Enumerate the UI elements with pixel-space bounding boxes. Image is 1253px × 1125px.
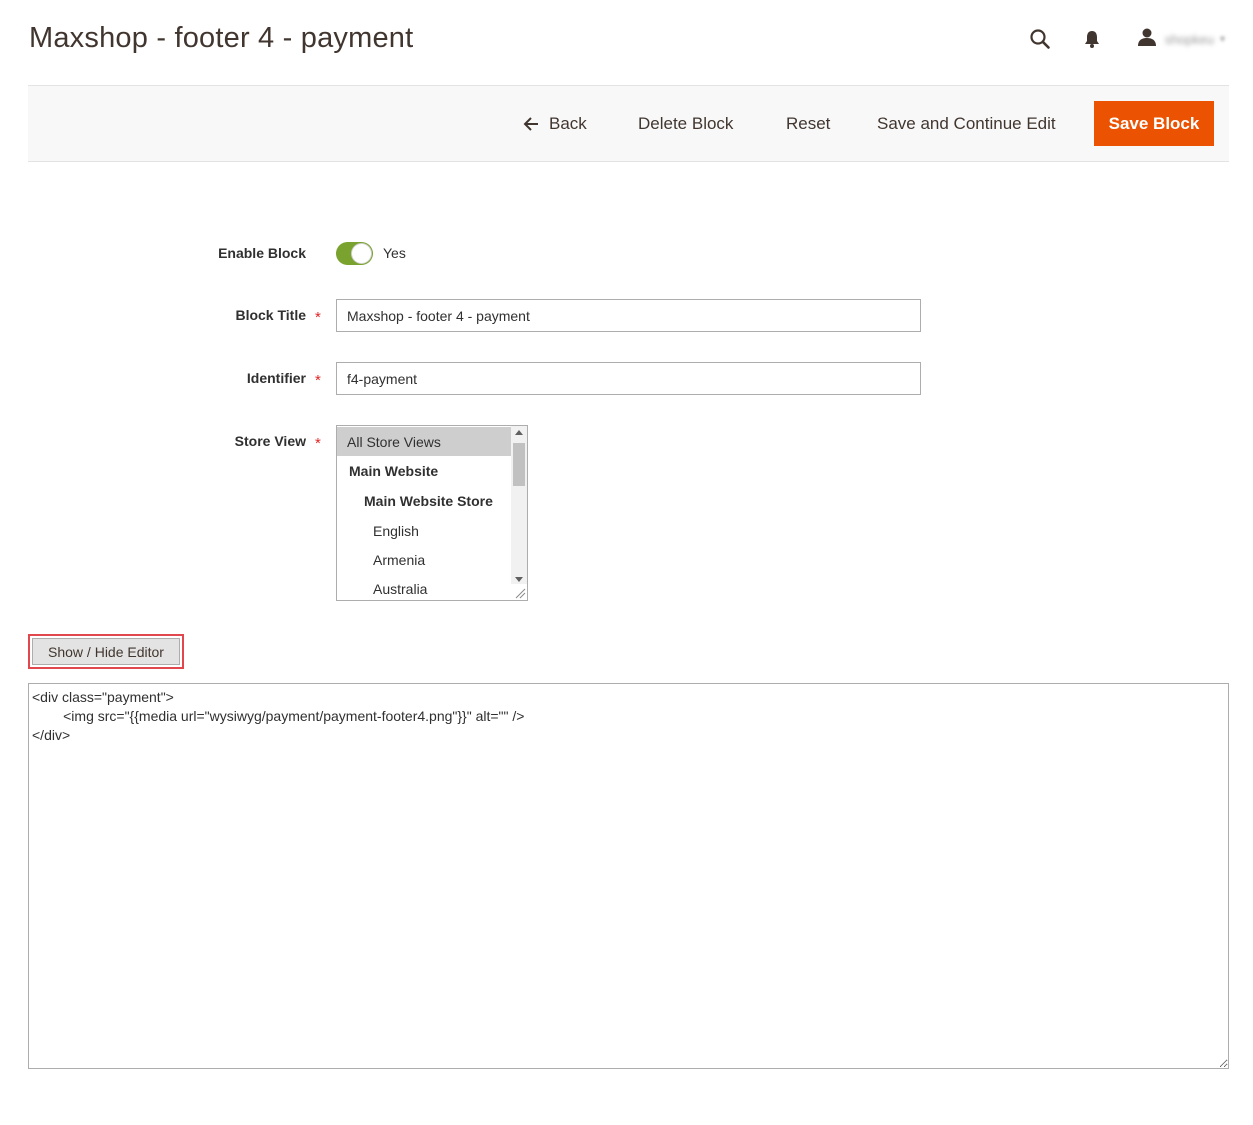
- save-and-continue-button[interactable]: Save and Continue Edit: [877, 110, 1056, 138]
- scroll-up-icon[interactable]: [515, 430, 523, 435]
- store-view-label: Store View: [234, 433, 306, 449]
- required-marker: *: [315, 309, 321, 326]
- scroll-down-icon[interactable]: [515, 577, 523, 582]
- enable-block-value: Yes: [383, 245, 406, 261]
- show-hide-editor-button[interactable]: Show / Hide Editor: [28, 634, 184, 669]
- store-view-option[interactable]: Armenia: [337, 545, 511, 574]
- store-view-option[interactable]: All Store Views: [337, 427, 511, 456]
- required-marker: *: [315, 435, 321, 452]
- page-title: Maxshop - footer 4 - payment: [29, 22, 414, 54]
- bell-icon[interactable]: [1077, 24, 1107, 54]
- block-title-input[interactable]: [336, 299, 921, 332]
- chevron-down-icon: ▾: [1219, 33, 1225, 45]
- resize-handle[interactable]: [511, 584, 527, 600]
- scrollbar-thumb[interactable]: [513, 443, 525, 486]
- show-hide-editor-label: Show / Hide Editor: [32, 638, 180, 665]
- store-view-option[interactable]: English: [337, 516, 511, 545]
- user-name: shopkeu: [1164, 31, 1214, 47]
- required-marker: *: [315, 372, 321, 389]
- back-label: Back: [549, 114, 587, 133]
- identifier-label: Identifier: [246, 370, 306, 386]
- header-actions: shopkeu ▾: [1025, 24, 1225, 54]
- block-title-label: Block Title: [235, 307, 306, 323]
- user-menu[interactable]: shopkeu ▾: [1137, 27, 1225, 52]
- scrollbar[interactable]: [511, 426, 527, 586]
- save-block-button[interactable]: Save Block: [1094, 101, 1214, 146]
- search-icon[interactable]: [1025, 24, 1055, 54]
- page-actions-bar: Back Delete Block Reset Save and Continu…: [28, 85, 1229, 162]
- user-icon: [1137, 27, 1157, 52]
- identifier-input[interactable]: [336, 362, 921, 395]
- content-editor-textarea[interactable]: <div class="payment"> <img src="{{media …: [28, 683, 1229, 1069]
- store-view-option[interactable]: Australia: [337, 574, 511, 600]
- arrow-left-icon: [523, 117, 539, 131]
- toggle-knob: [351, 243, 372, 264]
- store-view-multiselect[interactable]: All Store Views Main Website Main Websit…: [336, 425, 528, 601]
- back-button[interactable]: Back: [523, 110, 587, 138]
- delete-block-button[interactable]: Delete Block: [638, 110, 733, 138]
- store-view-option[interactable]: Main Website: [337, 456, 511, 485]
- reset-button[interactable]: Reset: [786, 110, 830, 138]
- store-view-option[interactable]: Main Website Store: [337, 486, 511, 515]
- enable-block-label: Enable Block: [218, 245, 306, 261]
- enable-block-toggle[interactable]: [336, 242, 373, 265]
